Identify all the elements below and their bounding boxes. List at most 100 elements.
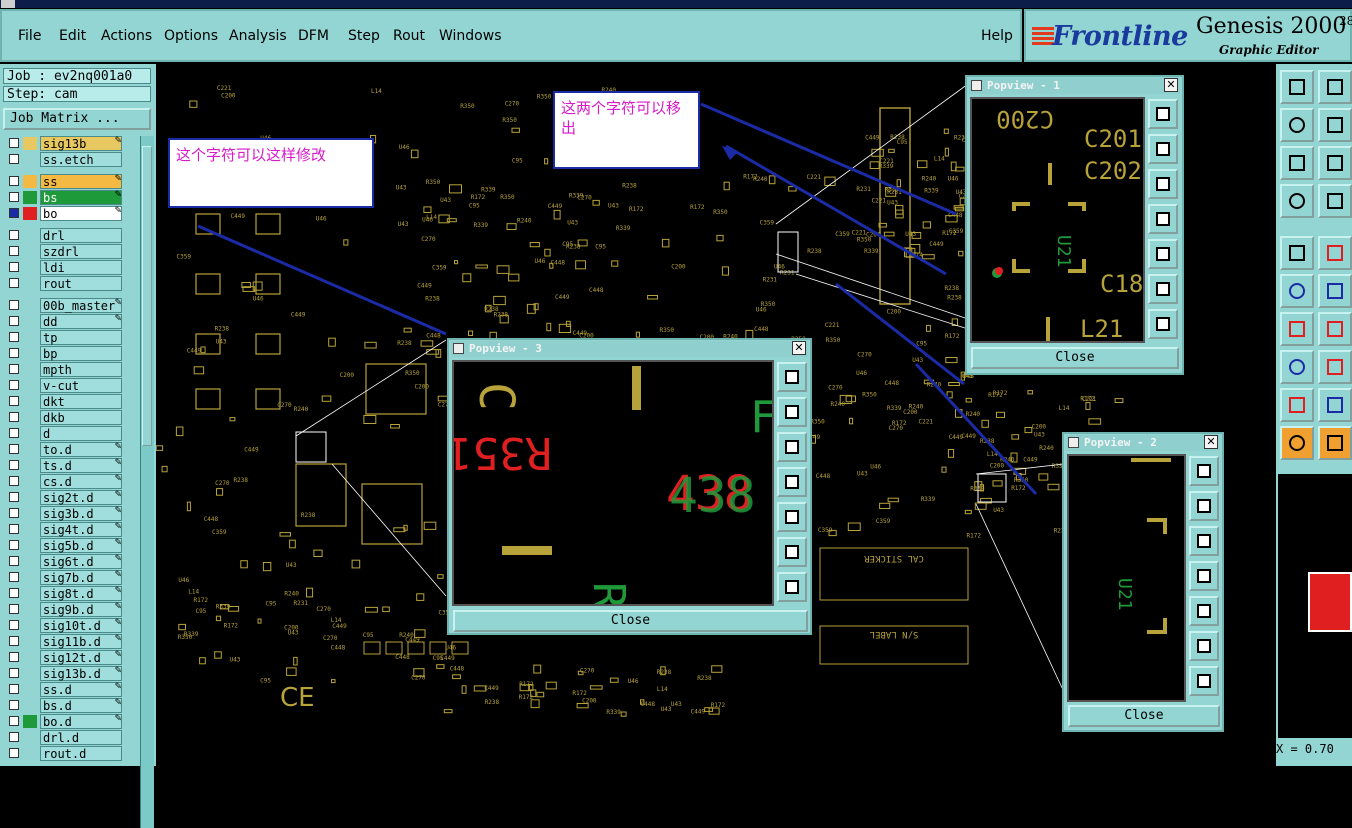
layer-visibility-checkbox[interactable]	[9, 278, 19, 288]
layer-color-swatch[interactable]	[23, 379, 37, 392]
window-menu-icon[interactable]	[971, 80, 982, 91]
layer-visibility-checkbox[interactable]	[9, 588, 19, 598]
layer-row[interactable]: tp	[3, 330, 137, 345]
triangle-icon[interactable]	[1280, 388, 1314, 422]
layer-visibility-checkbox[interactable]	[9, 380, 19, 390]
layer-visibility-checkbox[interactable]	[9, 668, 19, 678]
layer-row[interactable]: sig8t.d ✎	[3, 586, 137, 601]
layer-row[interactable]: bs.d ✎	[3, 698, 137, 713]
layer-color-swatch[interactable]	[23, 299, 37, 312]
zoom-out-icon[interactable]	[1189, 666, 1219, 696]
layer-row[interactable]: sig7b.d ✎	[3, 570, 137, 585]
menu-dfm[interactable]: DFM	[298, 28, 329, 44]
pan-right-icon[interactable]	[1189, 596, 1219, 626]
layer-row[interactable]: sig6t.d ✎	[3, 554, 137, 569]
layer-visibility-checkbox[interactable]	[9, 556, 19, 566]
menu-windows[interactable]: Windows	[439, 28, 502, 44]
layer-color-swatch[interactable]	[23, 747, 37, 760]
layer-visibility-checkbox[interactable]	[9, 138, 19, 148]
layer-name[interactable]: sig8t.d	[40, 586, 122, 601]
layer-color-swatch[interactable]	[23, 207, 37, 220]
layer-color-swatch[interactable]	[23, 491, 37, 504]
arrow-select-icon[interactable]	[1318, 426, 1352, 460]
layer-visibility-checkbox[interactable]	[9, 508, 19, 518]
pan-left-icon[interactable]	[777, 467, 807, 497]
layer-color-swatch[interactable]	[23, 539, 37, 552]
popview-3-titlebar[interactable]: Popview - 3 ✕	[451, 341, 808, 357]
layer-color-swatch[interactable]	[23, 331, 37, 344]
scrollbar-thumb[interactable]	[142, 146, 152, 446]
layer-row[interactable]: rout.d	[3, 746, 137, 761]
popview-3-view[interactable]: C R351 R352 438 438 F	[452, 360, 774, 606]
layer-color-swatch[interactable]	[23, 277, 37, 290]
layer-row[interactable]: sig4t.d ✎	[3, 522, 137, 537]
layer-name[interactable]: bs.d	[40, 698, 122, 713]
select-feature-icon[interactable]	[1280, 236, 1314, 270]
snap-icon[interactable]	[1318, 236, 1352, 270]
layer-color-swatch[interactable]	[23, 363, 37, 376]
layer-name[interactable]: v-cut	[40, 378, 122, 393]
popview-2-close-button[interactable]: Close	[1068, 705, 1220, 727]
layer-color-swatch[interactable]	[23, 587, 37, 600]
arrow-pointer-icon[interactable]	[1280, 426, 1314, 460]
save-icon[interactable]	[1318, 70, 1352, 104]
layer-name[interactable]: ldi	[40, 260, 122, 275]
layer-row[interactable]: dkb	[3, 410, 137, 425]
layer-color-swatch[interactable]	[23, 731, 37, 744]
layer-name[interactable]: dd	[40, 314, 122, 329]
pan-up-icon[interactable]	[1189, 491, 1219, 521]
measure-icon[interactable]	[1280, 312, 1314, 346]
layer-name[interactable]: drl	[40, 228, 122, 243]
layer-color-swatch[interactable]	[23, 523, 37, 536]
layer-name[interactable]: sig2t.d	[40, 490, 122, 505]
zoom-window-icon[interactable]	[1189, 456, 1219, 486]
zoom-out-icon[interactable]	[1148, 309, 1178, 339]
layer-name[interactable]: sig4t.d	[40, 522, 122, 537]
layer-name[interactable]: tp	[40, 330, 122, 345]
layer-color-swatch[interactable]	[23, 715, 37, 728]
layer-row[interactable]: bo ✎	[3, 206, 137, 221]
layer-visibility-checkbox[interactable]	[9, 300, 19, 310]
pan-up-icon[interactable]	[777, 397, 807, 427]
window-menu-icon[interactable]	[1, 0, 15, 8]
layer-row[interactable]: rout	[3, 276, 137, 291]
layer-visibility-checkbox[interactable]	[9, 154, 19, 164]
layer-color-swatch[interactable]	[23, 175, 37, 188]
pan-left-icon[interactable]	[1189, 561, 1219, 591]
layer-name[interactable]: ss.d	[40, 682, 122, 697]
pan-left-icon[interactable]	[1148, 204, 1178, 234]
popview-1-titlebar[interactable]: Popview - 1 ✕	[969, 78, 1180, 94]
menu-options[interactable]: Options	[164, 28, 218, 44]
layer-row[interactable]: cs.d ✎	[3, 474, 137, 489]
menu-rout[interactable]: Rout	[393, 28, 425, 44]
undo-icon[interactable]	[1280, 108, 1314, 142]
layer-row[interactable]: bo.d ✎	[3, 714, 137, 729]
layer-visibility-checkbox[interactable]	[9, 476, 19, 486]
layer-row[interactable]: bs ✎	[3, 190, 137, 205]
popview-2-view[interactable]: U21	[1067, 454, 1186, 702]
layer-name[interactable]: cs.d	[40, 474, 122, 489]
zoom-icon[interactable]	[1318, 146, 1352, 180]
window-menu-icon[interactable]	[1068, 437, 1079, 448]
zoom-in-icon[interactable]	[1148, 274, 1178, 304]
layer-visibility-checkbox[interactable]	[9, 716, 19, 726]
layer-color-swatch[interactable]	[23, 411, 37, 424]
layer-color-swatch[interactable]	[23, 635, 37, 648]
layer-name[interactable]: 00b_master	[40, 298, 122, 313]
layer-color-swatch[interactable]	[23, 153, 37, 166]
layer-name[interactable]: bo.d	[40, 714, 122, 729]
layer-row[interactable]: v-cut	[3, 378, 137, 393]
pan-right-icon[interactable]	[777, 502, 807, 532]
popview-1-window[interactable]: Popview - 1 ✕ C200 C201 C202 U21 C189 L2…	[965, 75, 1184, 375]
menu-help[interactable]: Help	[981, 28, 1013, 44]
layer-color-swatch[interactable]	[23, 651, 37, 664]
layer-visibility-checkbox[interactable]	[9, 492, 19, 502]
layer-name[interactable]: sig7b.d	[40, 570, 122, 585]
layer-row[interactable]: sig12t.d ✎	[3, 650, 137, 665]
layer-color-swatch[interactable]	[23, 443, 37, 456]
layer-visibility-checkbox[interactable]	[9, 262, 19, 272]
layer-visibility-checkbox[interactable]	[9, 396, 19, 406]
layer-row[interactable]: ss.etch	[3, 152, 137, 167]
layer-name[interactable]: bs	[40, 190, 122, 205]
layer-color-swatch[interactable]	[23, 137, 37, 150]
